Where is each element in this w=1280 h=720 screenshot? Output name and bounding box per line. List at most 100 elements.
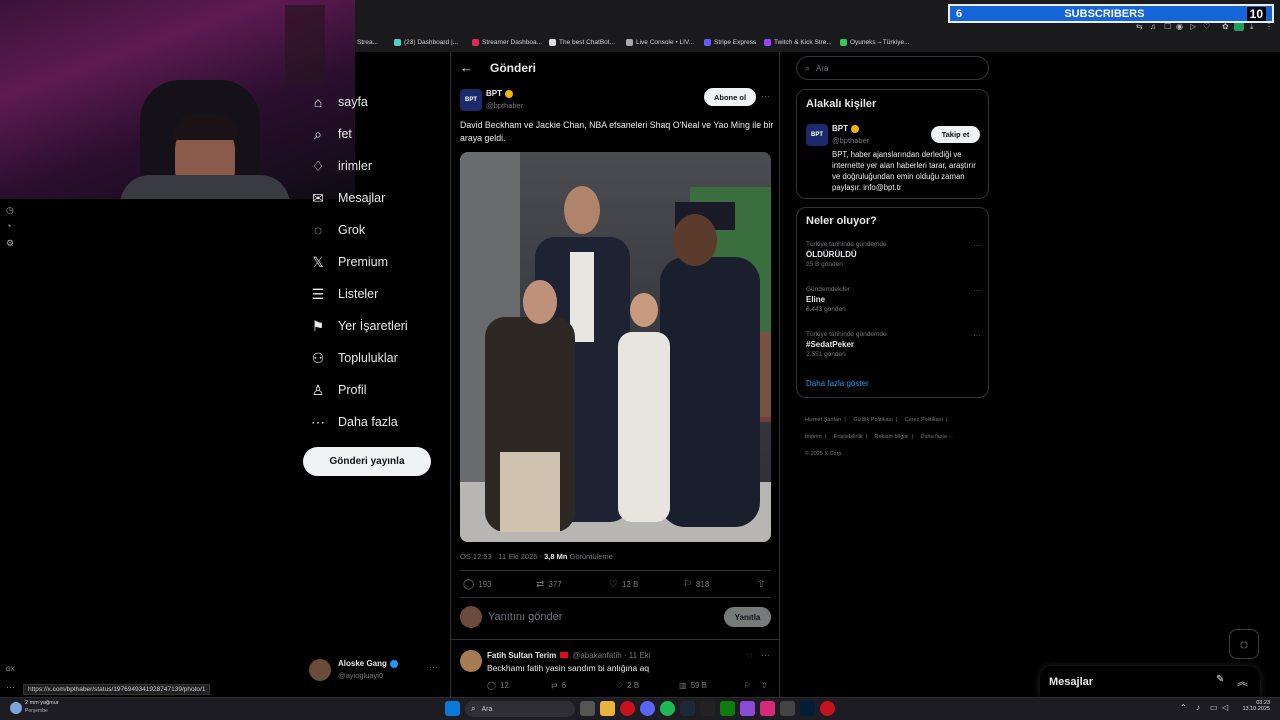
account-switcher[interactable]: Aloske Gang @ayiogluayi0 ··· <box>309 658 439 684</box>
grok-floating-button[interactable]: ◌ <box>1229 629 1259 659</box>
commenter-name[interactable]: Fatih Sultan Terim <box>487 651 556 660</box>
nav-item-bookmarks[interactable]: ⚑ Yer İşaretleri <box>310 318 408 334</box>
menu-icon[interactable]: ⋮ <box>1265 22 1273 31</box>
author-handle[interactable]: @bpthaber <box>486 101 523 110</box>
nav-item-grok[interactable]: ◌ Grok <box>310 222 365 238</box>
like-action[interactable]: ♡ 12 B <box>609 579 638 590</box>
mic-icon[interactable]: ♪ <box>1196 703 1200 712</box>
gx-icon[interactable]: GX <box>6 667 15 673</box>
instagram-icon[interactable] <box>760 701 775 716</box>
messages-drawer[interactable]: Mesajlar ✎ ︽ <box>1040 666 1260 698</box>
heart-icon[interactable]: ♡ <box>1203 22 1210 31</box>
xbox-icon[interactable] <box>720 701 735 716</box>
nav-item-messages[interactable]: ✉ Mesajlar <box>310 190 385 206</box>
bookmark-item[interactable]: Twitch & Kick Stre... <box>764 39 832 46</box>
play-icon[interactable]: ▷ <box>1190 22 1196 31</box>
footer-link[interactable]: Imprint <box>805 434 822 440</box>
footer-link[interactable]: Daha fazla ··· <box>920 434 953 440</box>
bookmark-item[interactable]: Oyuneks – Türkiye... <box>840 39 910 46</box>
square-icon[interactable]: ☐ <box>1164 22 1171 31</box>
like-action[interactable]: ♡ 2 B <box>616 681 639 690</box>
related-avatar[interactable]: BPT <box>806 124 828 146</box>
spotify-icon[interactable] <box>660 701 675 716</box>
repost-action[interactable]: ⇄ 6 <box>551 681 566 690</box>
trend-item[interactable]: Gündemdekiler Eline 6.443 gönderi ··· <box>806 286 981 313</box>
footer-link[interactable]: Gizlilik Politikası <box>853 417 892 423</box>
discord-icon[interactable] <box>640 701 655 716</box>
nav-item-lists[interactable]: ☰ Listeler <box>310 286 379 302</box>
more-icon[interactable]: ··· <box>973 331 981 340</box>
nav-item-explore[interactable]: ⌕ fet <box>310 126 352 142</box>
task-view-icon[interactable] <box>580 701 595 716</box>
post-photo[interactable] <box>460 152 771 542</box>
more-icon[interactable]: ··· <box>429 662 438 672</box>
steam-icon[interactable] <box>680 701 695 716</box>
tray-chevron-icon[interactable]: ⌃ <box>1180 703 1187 712</box>
taskbar-search[interactable]: ⌕ Ara <box>465 701 575 717</box>
views-action[interactable]: ▥ 59 B <box>679 681 707 690</box>
follow-button[interactable]: Takip et <box>931 126 980 143</box>
commenter-avatar[interactable] <box>460 650 482 672</box>
file-explorer-icon[interactable] <box>600 701 615 716</box>
bookmark-item[interactable]: Streamer Dashboa... <box>472 39 542 46</box>
search-input[interactable]: ⌕ Ara <box>796 56 989 80</box>
related-name[interactable]: BPT <box>832 124 859 133</box>
subscribe-button[interactable]: Abone ol <box>704 88 756 106</box>
author-name[interactable]: BPT <box>486 89 513 98</box>
share-action[interactable]: ⇧ <box>757 579 765 590</box>
green-extension-icon[interactable] <box>1234 22 1244 31</box>
app-icon[interactable] <box>740 701 755 716</box>
bookmark-item[interactable]: Stripe Express <box>704 39 756 46</box>
more-icon[interactable]: ··· <box>973 241 981 250</box>
opera-icon[interactable] <box>820 701 835 716</box>
epic-games-icon[interactable] <box>700 701 715 716</box>
nav-item-profile[interactable]: ♙ Profil <box>310 382 367 398</box>
reply-input[interactable]: Yanıtını gönder <box>488 611 562 623</box>
extensions-icon[interactable]: ✿ <box>1222 22 1229 31</box>
app-icon[interactable] <box>780 701 795 716</box>
clock-icon[interactable]: ◷ <box>6 205 14 216</box>
volume-icon[interactable]: ◁ <box>1222 703 1228 712</box>
footer-link[interactable]: Hizmet Şartları <box>805 417 841 423</box>
nav-item-premium[interactable]: 𝕏 Premium <box>310 254 388 270</box>
show-more-link[interactable]: Daha fazla göster <box>806 379 869 388</box>
opera-gx-icon[interactable] <box>620 701 635 716</box>
photoshop-icon[interactable] <box>800 701 815 716</box>
bookmark-item[interactable]: (23) Dashboard |... <box>394 39 458 46</box>
share-action[interactable]: ⇧ <box>761 681 768 690</box>
bookmark-item[interactable]: Live Console • LIV... <box>626 39 694 46</box>
clock[interactable]: 03:23 13.10.2025 <box>1238 700 1270 712</box>
bookmark-action[interactable]: ⚐ <box>744 681 751 690</box>
shield-icon[interactable]: ◉ <box>1176 22 1183 31</box>
download-icon[interactable]: ⤓ <box>1250 22 1254 32</box>
back-arrow-icon[interactable]: ← <box>460 60 473 75</box>
nav-item-notifications[interactable]: ♢ irimler <box>310 158 372 174</box>
nav-item-more[interactable]: ⋯ Daha fazla <box>310 414 398 430</box>
trend-item[interactable]: Türkiye tarihinde gündemde ÖLDÜRÜLDÜ 25 … <box>806 241 981 268</box>
settings-icon[interactable]: ⚙ <box>6 238 14 249</box>
new-message-icon[interactable]: ✎ <box>1216 674 1224 685</box>
more-icon[interactable]: ··· <box>761 91 770 101</box>
repost-action[interactable]: ⇄ 377 <box>536 579 562 590</box>
author-avatar[interactable]: BPT <box>460 89 482 111</box>
reply-action[interactable]: ◯ 193 <box>463 579 492 590</box>
nav-item-communities[interactable]: ⚇ Topluluklar <box>310 350 398 366</box>
grok-icon[interactable]: ◌ <box>747 650 752 660</box>
bookmark-item[interactable]: The best ChatBot... <box>549 39 615 46</box>
windows-start-icon[interactable] <box>445 701 460 716</box>
network-icon[interactable]: ▭ <box>1210 703 1218 712</box>
footer-link[interactable]: Erişilebilirlik <box>834 434 863 440</box>
reply-action[interactable]: ◯ 12 <box>487 681 509 690</box>
extension-icon[interactable]: ⇆ <box>1136 22 1143 31</box>
more-icon[interactable]: ··· <box>6 682 15 692</box>
bookmark-action[interactable]: ⚐ 818 <box>683 579 709 590</box>
reply-button[interactable]: Yanıtla <box>724 607 771 627</box>
more-icon[interactable]: ··· <box>973 286 981 295</box>
nav-item-home[interactable]: ⌂ sayfa <box>310 94 368 110</box>
expand-icon[interactable]: ︽ <box>1237 673 1248 689</box>
chat-icon[interactable]: ◔ <box>6 221 11 231</box>
weather-icon[interactable] <box>10 702 22 714</box>
post-button[interactable]: Gönderi yayınla <box>303 447 431 476</box>
footer-link[interactable]: Reklam bilgisi <box>875 434 909 440</box>
footer-link[interactable]: Çerez Politikası <box>905 417 943 423</box>
